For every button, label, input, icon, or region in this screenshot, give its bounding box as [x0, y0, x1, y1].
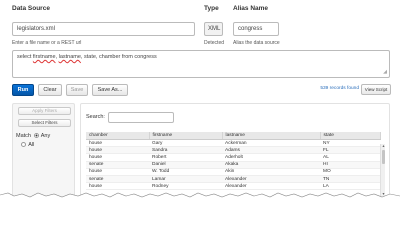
table-row[interactable]: house Gary Ackerman NY	[86, 139, 381, 148]
search-input[interactable]	[108, 112, 174, 123]
match-all-radio[interactable]	[21, 142, 26, 148]
table-cell: MO	[320, 168, 381, 176]
table-row[interactable]: house W. Todd Akin MO	[86, 168, 381, 176]
query-word-lastname: lastname	[58, 54, 81, 60]
table-cell: house	[86, 182, 149, 191]
table-cell: house	[86, 139, 149, 148]
all-row: All	[20, 142, 34, 148]
table-cell: W. Todd	[149, 168, 222, 176]
save-button[interactable]: Save	[66, 84, 88, 96]
save-as-button[interactable]: Save As...	[92, 84, 128, 96]
column-header[interactable]: firstname	[149, 132, 223, 140]
apply-filters-button[interactable]: Apply Filters	[18, 107, 71, 115]
query-text-suffix: , state, chamber from congress	[80, 54, 157, 60]
match-label: Match	[16, 133, 31, 139]
results-table: chamber firstname lastname state house Ga…	[86, 132, 381, 191]
table-cell: Aderholt	[222, 153, 320, 162]
table-cell: Akin	[222, 168, 320, 176]
query-editor[interactable]: select firstname, lastname, state, chamb…	[12, 50, 390, 78]
table-cell: house	[86, 168, 149, 176]
table-cell: Akaka	[222, 161, 320, 169]
column-header[interactable]: lastname	[222, 132, 321, 140]
table-cell: FL	[320, 146, 381, 155]
view-script-button[interactable]: View Script	[361, 84, 391, 95]
column-header[interactable]: state	[320, 132, 381, 140]
run-button[interactable]: Run	[12, 84, 34, 96]
search-label: Search:	[86, 114, 105, 120]
alias-name-label: Alias Name	[233, 5, 269, 12]
scroll-thumb[interactable]	[382, 150, 385, 164]
alias-input[interactable]: congress	[233, 22, 279, 36]
scroll-up-arrow-icon[interactable]: ▲	[381, 144, 386, 148]
table-cell: LA	[320, 182, 381, 191]
table-row[interactable]: house Sandra Adams FL	[86, 146, 381, 155]
match-any-radio[interactable]	[33, 133, 39, 139]
match-all-label: All	[28, 142, 35, 148]
query-text-prefix: select	[17, 54, 33, 60]
data-source-input[interactable]: legislators.xml	[12, 22, 195, 36]
table-cell: senate	[86, 175, 149, 184]
table-cell: NY	[320, 139, 381, 148]
resize-grip-icon[interactable]: ◢	[383, 69, 387, 75]
data-source-label: Data Source	[12, 5, 50, 12]
table-row[interactable]: house Rodney Alexander LA	[86, 182, 381, 191]
type-hint: Detected	[204, 40, 225, 46]
table-cell: Adams	[222, 146, 320, 155]
table-row[interactable]: senate Daniel Akaka HI	[86, 161, 381, 169]
table-cell: Alexander	[222, 175, 320, 184]
table-cell: Lamar	[149, 175, 222, 184]
query-word-firstname: firstname	[32, 54, 56, 60]
table-cell: Daniel	[149, 161, 222, 169]
clear-button[interactable]: Clear	[38, 84, 62, 96]
table-cell: house	[86, 153, 149, 162]
table-cell: Rodney	[149, 182, 222, 191]
table-cell: Sandra	[149, 146, 222, 155]
table-cell: house	[86, 146, 149, 155]
table-cell: TN	[320, 175, 381, 184]
table-cell: Ackerman	[222, 139, 320, 148]
match-row: Match Any	[16, 133, 50, 139]
table-cell: Gary	[149, 139, 222, 148]
table-cell: Robert	[149, 153, 222, 162]
column-header[interactable]: chamber	[86, 132, 150, 140]
torn-edge-decoration	[0, 192, 400, 200]
table-row[interactable]: senate Lamar Alexander TN	[86, 175, 381, 184]
table-cell: AL	[320, 153, 381, 162]
table-cell: HI	[320, 161, 381, 169]
results-panel: Search: chamber firstname lastname state…	[80, 103, 390, 198]
table-header-row: chamber firstname lastname state	[86, 132, 381, 140]
select-filters-button[interactable]: Select Filters	[18, 119, 71, 127]
table-scrollbar[interactable]: ▲ ▼	[380, 144, 385, 196]
match-any-label: Any	[40, 133, 51, 139]
type-label: Type	[204, 5, 219, 12]
filter-panel: Apply Filters Select Filters Match Any A…	[12, 103, 75, 198]
table-cell: senate	[86, 161, 149, 169]
table-cell: Alexander	[222, 182, 320, 191]
data-source-hint: Enter a file name or a REST url	[12, 40, 82, 46]
table-row[interactable]: house Robert Aderholt AL	[86, 153, 381, 162]
alias-hint: Alias the data source	[233, 40, 280, 46]
records-found-link[interactable]: 539 records found	[320, 86, 359, 91]
type-badge: XML	[204, 22, 223, 36]
